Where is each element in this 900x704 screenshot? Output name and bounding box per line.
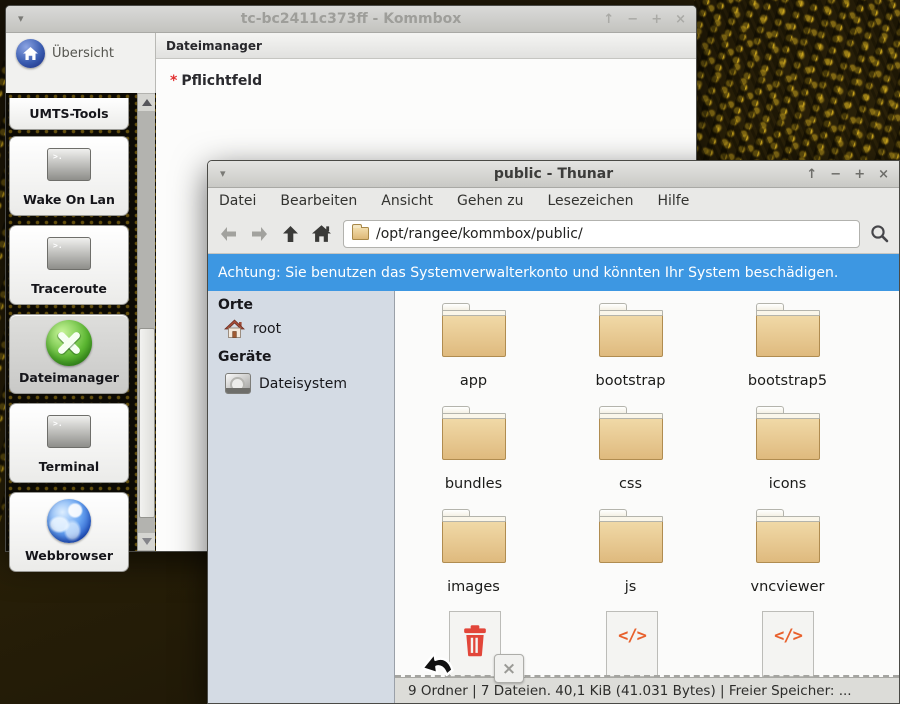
location-path: /opt/rangee/kommbox/public/	[376, 226, 583, 242]
tool-button-umts-tools[interactable]: UMTS-Tools	[9, 98, 129, 130]
menu-gehen-zu[interactable]: Gehen zu	[457, 193, 524, 209]
location-bar[interactable]: /opt/rangee/kommbox/public/	[343, 220, 860, 248]
thunar-titlebar[interactable]: ▾ public - Thunar ↑ − + ×	[208, 161, 899, 188]
menu-ansicht[interactable]: Ansicht	[381, 193, 433, 209]
required-field-note: *Pflichtfeld	[170, 73, 262, 89]
maximize-icon[interactable]: +	[651, 12, 662, 27]
shade-icon[interactable]: ↑	[806, 167, 817, 182]
tools-icon	[46, 315, 92, 370]
search-icon[interactable]	[867, 221, 891, 247]
tool-button-terminal[interactable]: >. Terminal	[9, 403, 129, 483]
overview-button[interactable]: Übersicht	[16, 39, 114, 68]
status-text: 9 Ordner | 7 Dateien. 40,1 KiB (41.031 B…	[408, 683, 852, 699]
code-icon: </>	[774, 626, 802, 646]
thunar-sidebar: Orte root Geräte Dateisystem	[208, 291, 395, 703]
folder-icon	[756, 517, 820, 563]
thunar-statusbar: 9 Ordner | 7 Dateien. 40,1 KiB (41.031 B…	[395, 677, 899, 703]
tool-button-webbrowser[interactable]: Webbrowser	[9, 492, 129, 572]
folder-item[interactable]: vncviewer	[709, 505, 866, 608]
home-icon	[16, 39, 45, 68]
menu-bearbeiten[interactable]: Bearbeiten	[280, 193, 357, 209]
folder-item[interactable]: bundles	[395, 402, 552, 505]
folder-icon	[442, 311, 506, 357]
sidebar-item-root[interactable]: root	[224, 319, 281, 339]
shade-icon[interactable]: ↑	[603, 12, 614, 27]
thunar-window: ▾ public - Thunar ↑ − + × Datei Bearbeit…	[207, 160, 900, 704]
places-header: Orte	[218, 297, 253, 313]
file-item-code[interactable]: </>	[762, 611, 814, 677]
globe-icon	[47, 493, 91, 548]
thunar-menubar: Datei Bearbeiten Ansicht Gehen zu Leseze…	[208, 188, 899, 214]
home-icon	[224, 319, 245, 339]
forward-button[interactable]	[247, 221, 271, 247]
kommbox-titlebar[interactable]: ▾ tc-bc2411c373ff - Kommbox ↑ − + ×	[6, 6, 696, 33]
folder-icon	[756, 414, 820, 460]
folder-item[interactable]: bootstrap	[552, 299, 709, 402]
code-icon: </>	[618, 626, 646, 646]
minimize-icon[interactable]: −	[830, 167, 841, 182]
window-menu-icon[interactable]: ▾	[18, 12, 24, 25]
scrollbar-thumb[interactable]	[139, 328, 155, 518]
kommbox-window-title: tc-bc2411c373ff - Kommbox	[6, 11, 696, 27]
folder-item[interactable]: js	[552, 505, 709, 608]
home-button[interactable]	[309, 221, 333, 247]
thunar-window-title: public - Thunar	[208, 166, 899, 182]
folder-item[interactable]: bootstrap5	[709, 299, 866, 402]
folder-item[interactable]: icons	[709, 402, 866, 505]
folder-item[interactable]: css	[552, 402, 709, 505]
folder-icon	[599, 311, 663, 357]
folder-icon	[352, 227, 369, 240]
window-menu-icon[interactable]: ▾	[220, 167, 226, 180]
close-icon[interactable]: ×	[878, 167, 889, 182]
back-button[interactable]	[216, 221, 240, 247]
thunar-toolbar: /opt/rangee/kommbox/public/	[208, 214, 899, 254]
file-view: app bootstrap bootstrap5 bundles cs	[395, 291, 899, 703]
terminal-icon: >.	[47, 137, 91, 192]
overview-label: Übersicht	[52, 46, 114, 61]
terminal-icon: >.	[47, 404, 91, 459]
required-marker: *	[170, 73, 177, 89]
sidebar-item-dateisystem[interactable]: Dateisystem	[225, 373, 347, 394]
maximize-icon[interactable]: +	[854, 167, 865, 182]
minimize-icon[interactable]: −	[627, 12, 638, 27]
kommbox-tool-list: UMTS-Tools >. Wake On Lan >. Traceroute	[6, 93, 156, 551]
kommbox-sidebar: Übersicht UMTS-Tools >. Wake On Lan	[6, 33, 156, 551]
up-button[interactable]	[278, 221, 302, 247]
file-item-code[interactable]: </>	[606, 611, 658, 677]
folder-item[interactable]: images	[395, 505, 552, 608]
scroll-down-icon[interactable]	[138, 533, 155, 550]
trash-icon	[462, 625, 488, 657]
admin-warning-banner: Achtung: Sie benutzen das Systemverwalte…	[208, 254, 899, 291]
tool-button-dateimanager[interactable]: Dateimanager	[9, 314, 129, 394]
folder-icon	[599, 414, 663, 460]
folder-icon	[442, 414, 506, 460]
desktop: ▾ tc-bc2411c373ff - Kommbox ↑ − + × Über…	[0, 0, 900, 704]
terminal-icon: >.	[47, 226, 91, 281]
kommbox-scrollbar[interactable]	[137, 93, 155, 551]
folder-icon	[442, 517, 506, 563]
folder-icon	[756, 311, 820, 357]
tool-button-wake-on-lan[interactable]: >. Wake On Lan	[9, 136, 129, 216]
folder-icon	[599, 517, 663, 563]
panel-header: Dateimanager	[156, 33, 696, 59]
tool-button-traceroute[interactable]: >. Traceroute	[9, 225, 129, 305]
menu-hilfe[interactable]: Hilfe	[657, 193, 689, 209]
devices-header: Geräte	[218, 349, 272, 365]
menu-datei[interactable]: Datei	[219, 193, 256, 209]
desktop-bead-pattern	[694, 0, 900, 170]
menu-lesezeichen[interactable]: Lesezeichen	[547, 193, 633, 209]
close-icon[interactable]: ×	[675, 12, 686, 27]
folder-item[interactable]: app	[395, 299, 552, 402]
drag-denied-badge: ×	[494, 654, 524, 683]
drive-icon	[225, 373, 251, 394]
scroll-up-icon[interactable]	[138, 94, 155, 111]
